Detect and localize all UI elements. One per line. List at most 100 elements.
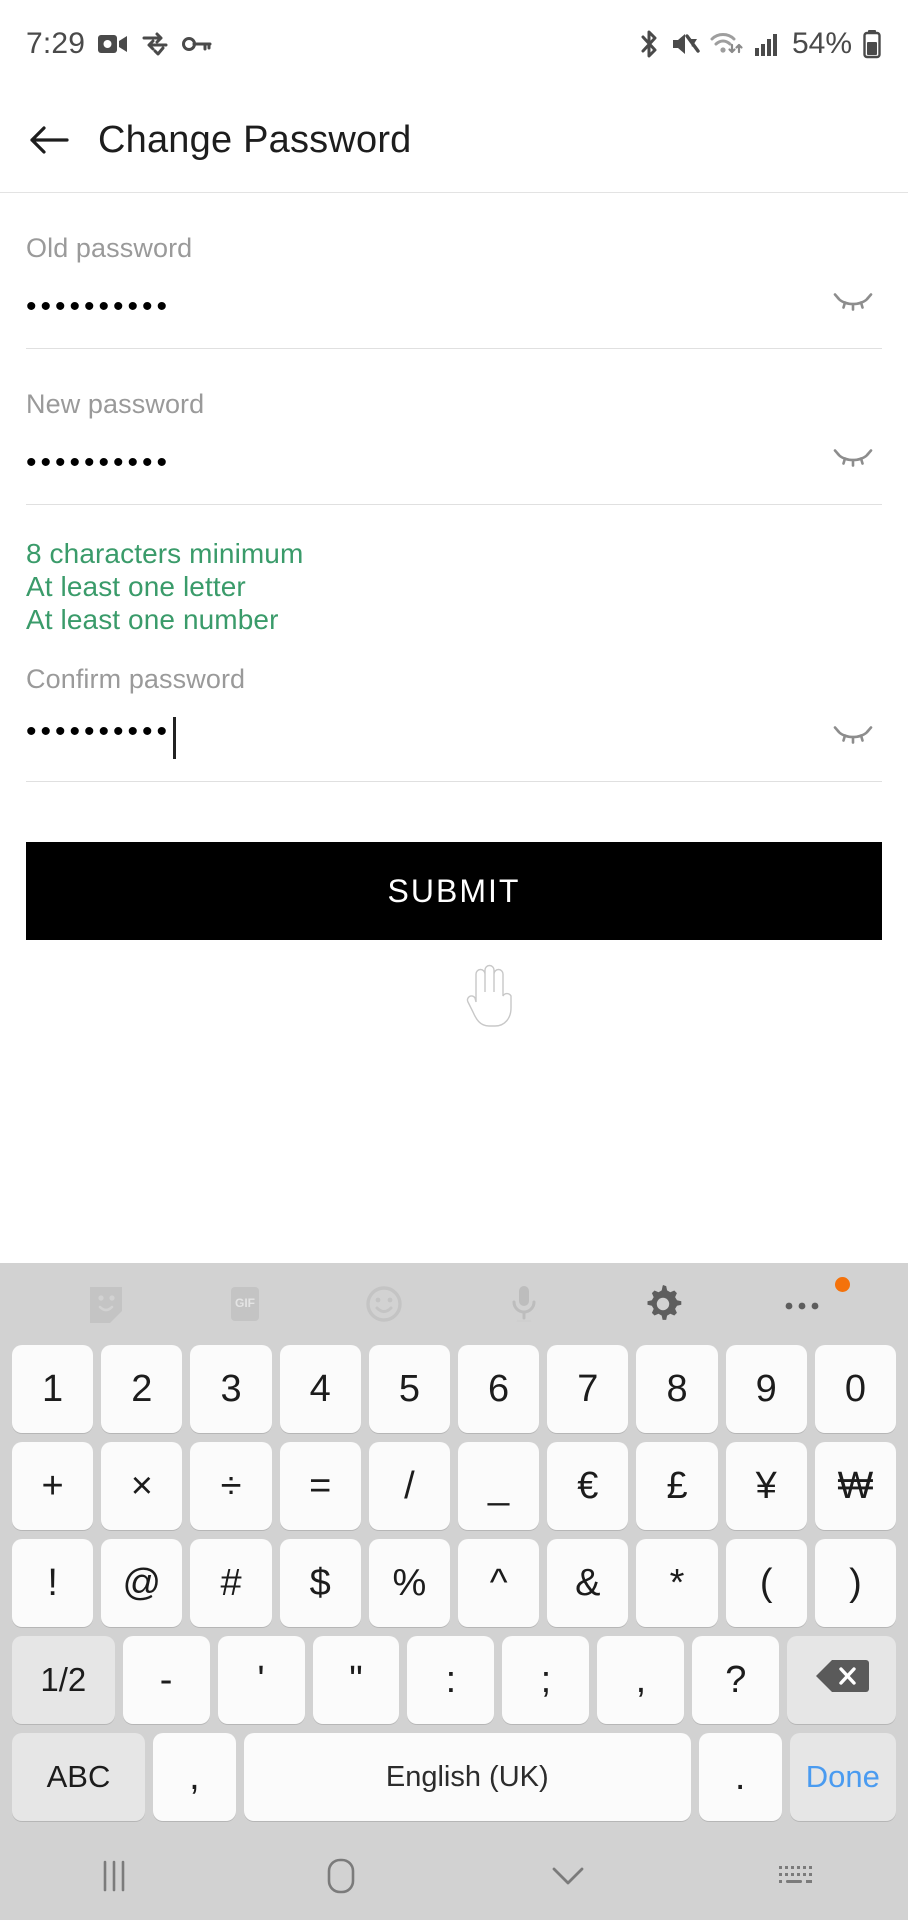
key-semicolon[interactable]: ; xyxy=(502,1636,590,1724)
nav-home-button[interactable] xyxy=(227,1836,454,1920)
key-5[interactable]: 5 xyxy=(368,1345,451,1433)
volume-mute-icon xyxy=(670,30,700,58)
sticker-icon[interactable] xyxy=(36,1263,175,1345)
key-won[interactable]: ₩ xyxy=(814,1442,897,1530)
key-spacebar[interactable]: English (UK) xyxy=(243,1733,691,1821)
key-hash[interactable]: # xyxy=(190,1539,272,1627)
submit-button[interactable]: SUBMIT xyxy=(26,842,882,941)
old-password-input[interactable]: •••••••••• xyxy=(26,292,824,326)
status-bar-right: 54% xyxy=(638,27,882,61)
more-options-icon[interactable] xyxy=(733,1263,872,1345)
password-rules-list: 8 characters minimum At least one letter… xyxy=(26,505,882,638)
key-page-toggle[interactable]: 1/2 xyxy=(12,1636,115,1724)
key-period[interactable]: . xyxy=(698,1733,782,1821)
svg-text:GIF: GIF xyxy=(235,1296,255,1310)
vpn-sync-icon xyxy=(141,31,169,57)
bluetooth-icon xyxy=(638,29,660,59)
key-pound[interactable]: £ xyxy=(636,1442,718,1530)
confirm-password-reveal-toggle[interactable] xyxy=(824,715,882,759)
key-apostrophe[interactable]: ' xyxy=(217,1636,305,1724)
confirm-password-field: Confirm password •••••••••• xyxy=(26,638,882,783)
key-underscore[interactable]: _ xyxy=(458,1442,540,1530)
nav-hide-keyboard-button[interactable] xyxy=(454,1836,681,1920)
key-yen[interactable]: ¥ xyxy=(725,1442,807,1530)
key-paren-close[interactable]: ) xyxy=(814,1539,897,1627)
key-0[interactable]: 0 xyxy=(814,1345,897,1433)
status-bar-left: 7:29 xyxy=(26,27,212,61)
wifi-icon xyxy=(710,30,744,58)
old-password-label: Old password xyxy=(26,233,193,263)
key-paren-open[interactable]: ( xyxy=(725,1539,807,1627)
confirm-password-input[interactable]: •••••••••• xyxy=(26,711,824,760)
cellular-signal-icon xyxy=(754,31,780,57)
key-plus[interactable]: + xyxy=(12,1442,94,1530)
keyboard-row-punctuation: 1/2 - ' " : ; , ? xyxy=(8,1636,900,1724)
gif-icon[interactable]: GIF xyxy=(175,1263,314,1345)
confirm-password-text: •••••••••• xyxy=(26,715,172,749)
nav-recents-button[interactable] xyxy=(0,1836,227,1920)
key-done[interactable]: Done xyxy=(789,1733,896,1821)
nav-keyboard-switch-button[interactable] xyxy=(681,1836,908,1920)
key-exclamation[interactable]: ! xyxy=(12,1539,94,1627)
status-time: 7:29 xyxy=(26,27,86,60)
page-title: Change Password xyxy=(98,118,412,161)
mouse-cursor-hand-icon xyxy=(462,962,514,1033)
keyboard-row-symbols: ! @ # $ % ^ & * ( ) xyxy=(8,1539,900,1627)
back-arrow-icon[interactable] xyxy=(28,123,70,157)
key-caret[interactable]: ^ xyxy=(458,1539,540,1627)
key-divide[interactable]: ÷ xyxy=(190,1442,272,1530)
key-question[interactable]: ? xyxy=(692,1636,780,1724)
password-rule: At least one number xyxy=(26,604,279,636)
keyboard-toolbar: GIF xyxy=(0,1263,908,1345)
app-bar: Change Password xyxy=(0,88,908,193)
battery-percent: 54% xyxy=(791,27,852,60)
new-password-reveal-toggle[interactable] xyxy=(824,438,882,482)
key-8[interactable]: 8 xyxy=(636,1345,718,1433)
keyboard-switch-icon xyxy=(776,1862,814,1895)
emoji-icon[interactable] xyxy=(315,1263,454,1345)
key-9[interactable]: 9 xyxy=(725,1345,807,1433)
confirm-password-label: Confirm password xyxy=(26,664,246,695)
keyboard-row-bottom: ABC , English (UK) . Done xyxy=(8,1733,900,1821)
settings-gear-icon[interactable] xyxy=(593,1263,732,1345)
key-hyphen[interactable]: - xyxy=(122,1636,210,1724)
key-6[interactable]: 6 xyxy=(458,1345,540,1433)
on-screen-keyboard: GIF 1 2 3 4 5 6 7 8 9 0 + × ÷ = / _ € £ … xyxy=(0,1263,908,1836)
microphone-icon[interactable] xyxy=(454,1263,593,1345)
key-3[interactable]: 3 xyxy=(190,1345,272,1433)
key-equals[interactable]: = xyxy=(279,1442,361,1530)
key-ampersand[interactable]: & xyxy=(547,1539,629,1627)
confirm-password-row[interactable]: •••••••••• xyxy=(26,695,882,760)
key-2[interactable]: 2 xyxy=(101,1345,183,1433)
key-backspace[interactable] xyxy=(787,1636,896,1724)
eye-closed-icon xyxy=(832,445,874,476)
key-4[interactable]: 4 xyxy=(279,1345,361,1433)
key-multiply[interactable]: × xyxy=(101,1442,183,1530)
key-7[interactable]: 7 xyxy=(547,1345,629,1433)
key-comma[interactable]: , xyxy=(597,1636,685,1724)
key-quote[interactable]: " xyxy=(312,1636,400,1724)
change-password-form: Old password •••••••••• New password •••… xyxy=(0,193,908,783)
key-dollar[interactable]: $ xyxy=(279,1539,361,1627)
keyboard-row-math: + × ÷ = / _ € £ ¥ ₩ xyxy=(8,1442,900,1530)
key-at[interactable]: @ xyxy=(101,1539,183,1627)
key-percent[interactable]: % xyxy=(368,1539,451,1627)
eye-closed-icon xyxy=(832,289,874,320)
key-abc-switch[interactable]: ABC xyxy=(12,1733,145,1821)
key-comma-bottom[interactable]: , xyxy=(152,1733,236,1821)
new-password-row[interactable]: •••••••••• xyxy=(26,420,882,482)
keyboard-rows: 1 2 3 4 5 6 7 8 9 0 + × ÷ = / _ € £ ¥ ₩ … xyxy=(0,1345,908,1836)
key-asterisk[interactable]: * xyxy=(636,1539,718,1627)
new-password-input[interactable]: •••••••••• xyxy=(26,448,824,482)
notification-badge xyxy=(834,1277,850,1292)
password-rule: 8 characters minimum xyxy=(26,538,304,569)
old-password-row[interactable]: •••••••••• xyxy=(26,264,882,326)
new-password-field: New password •••••••••• xyxy=(26,349,882,505)
key-slash[interactable]: / xyxy=(368,1442,451,1530)
key-colon[interactable]: : xyxy=(407,1636,495,1724)
old-password-reveal-toggle[interactable] xyxy=(824,282,882,326)
key-euro[interactable]: € xyxy=(547,1442,629,1530)
recents-icon xyxy=(97,1858,131,1899)
key-1[interactable]: 1 xyxy=(12,1345,94,1433)
home-icon xyxy=(323,1856,359,1901)
